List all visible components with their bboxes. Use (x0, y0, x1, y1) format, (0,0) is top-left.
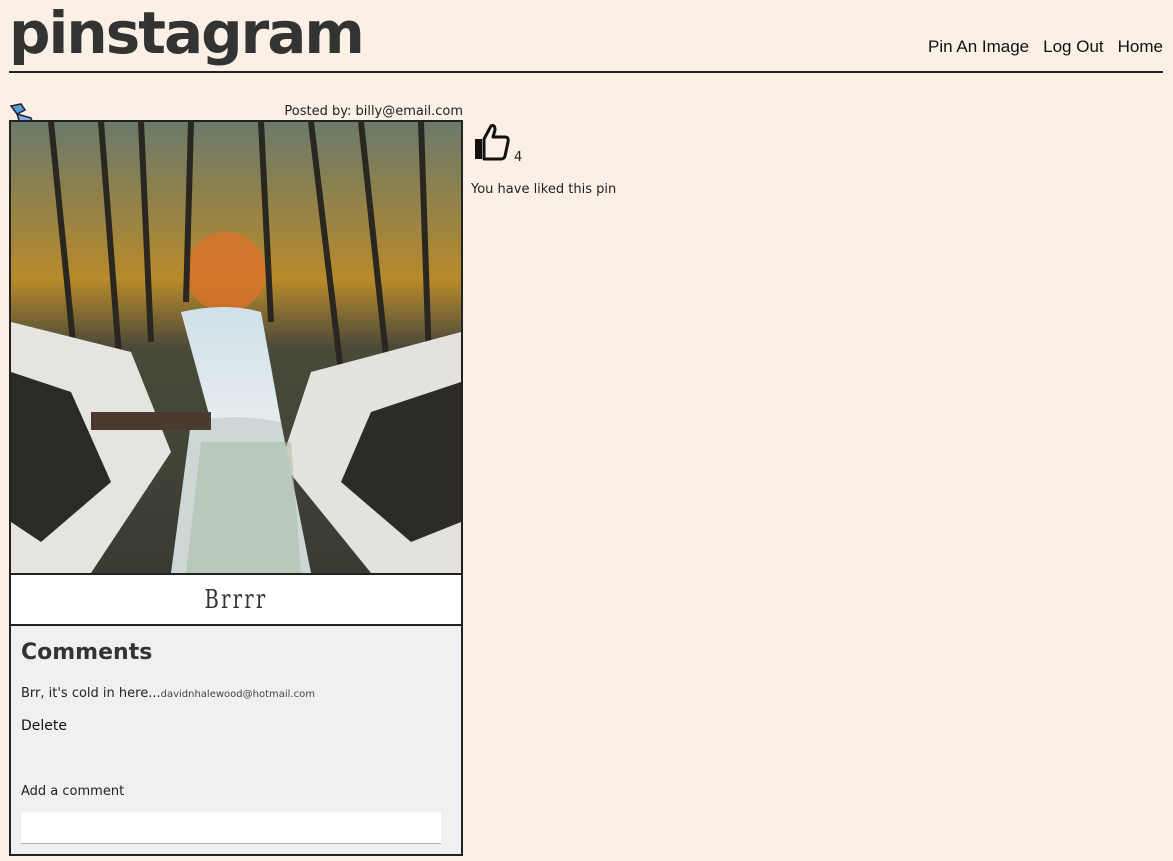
add-comment-label: Add a comment (21, 784, 125, 799)
comment-text: Brr, it's cold in here... (21, 686, 161, 701)
comments-heading: Comments (21, 640, 153, 665)
site-logo[interactable]: pinstagram (9, 0, 365, 72)
pin-caption: Brrrr (204, 585, 268, 615)
posted-by: Posted by: billy@email.com (284, 104, 463, 119)
comments-panel: Comments Brr, it's cold in here...davidn… (9, 624, 463, 856)
nav-home[interactable]: Home (1118, 37, 1163, 57)
pin-card: Brrrr (9, 120, 463, 627)
pin-photo (11, 122, 461, 575)
comment-author: davidnhalewood@hotmail.com (160, 689, 315, 700)
site-header: pinstagram Pin An Image Log Out Home (9, 0, 1163, 73)
like-count: 4 (514, 150, 523, 165)
nav-log-out[interactable]: Log Out (1043, 37, 1104, 57)
liked-message: You have liked this pin (471, 182, 617, 197)
delete-comment-button[interactable]: Delete (21, 718, 67, 734)
nav-pin-an-image[interactable]: Pin An Image (928, 37, 1029, 57)
comment-input[interactable] (21, 812, 441, 844)
main-nav: Pin An Image Log Out Home (928, 37, 1163, 57)
thumbs-up-icon[interactable] (471, 122, 511, 162)
comment-item: Brr, it's cold in here...davidnhalewood@… (21, 686, 315, 701)
